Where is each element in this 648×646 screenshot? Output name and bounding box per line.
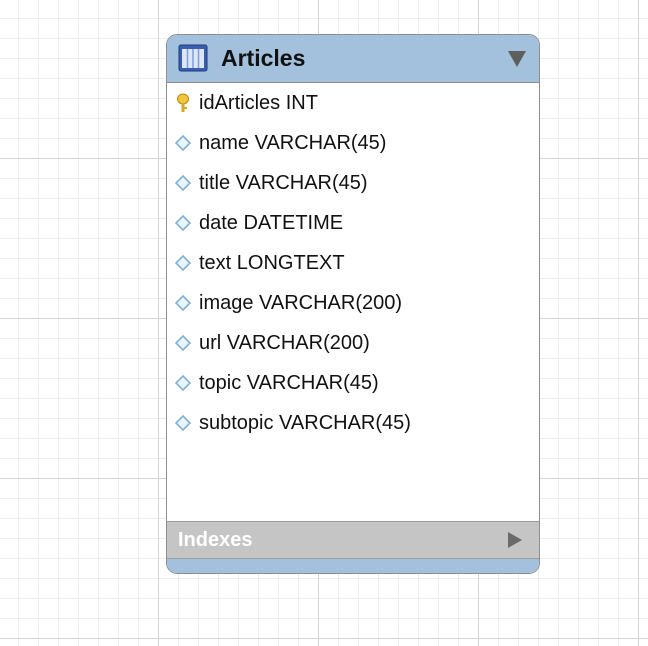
column-row[interactable]: url VARCHAR(200) xyxy=(167,323,539,363)
table-header[interactable]: Articles xyxy=(167,35,539,83)
column-label: image VARCHAR(200) xyxy=(199,291,403,314)
triangle-down-icon[interactable] xyxy=(507,50,527,68)
diamond-icon xyxy=(167,333,199,353)
column-label: title VARCHAR(45) xyxy=(199,171,368,194)
column-row[interactable]: text LONGTEXT xyxy=(167,243,539,283)
column-row[interactable]: date DATETIME xyxy=(167,203,539,243)
diamond-icon xyxy=(167,373,199,393)
column-label: text LONGTEXT xyxy=(199,251,345,274)
column-list: idArticles INT name VARCHAR(45) title VARC… xyxy=(167,83,539,521)
column-label: topic VARCHAR(45) xyxy=(199,371,379,394)
diamond-icon xyxy=(167,413,199,433)
column-label: url VARCHAR(200) xyxy=(199,331,370,354)
diamond-icon xyxy=(167,293,199,313)
column-row[interactable]: image VARCHAR(200) xyxy=(167,283,539,323)
column-row[interactable]: idArticles INT xyxy=(167,83,539,123)
diamond-icon xyxy=(167,213,199,233)
column-label: date DATETIME xyxy=(199,211,344,234)
table-footer xyxy=(167,559,539,573)
triangle-right-icon[interactable] xyxy=(507,531,523,549)
column-label: idArticles INT xyxy=(199,91,318,114)
column-row[interactable]: subtopic VARCHAR(45) xyxy=(167,403,539,443)
diamond-icon xyxy=(167,133,199,153)
column-row[interactable]: title VARCHAR(45) xyxy=(167,163,539,203)
indexes-section[interactable]: Indexes xyxy=(167,521,539,559)
diamond-icon xyxy=(167,253,199,273)
column-label: subtopic VARCHAR(45) xyxy=(199,411,411,434)
diamond-icon xyxy=(167,173,199,193)
table-icon xyxy=(178,44,208,72)
key-icon xyxy=(167,93,199,113)
column-label: name VARCHAR(45) xyxy=(199,131,387,154)
table-title: Articles xyxy=(221,45,306,71)
indexes-label: Indexes xyxy=(178,529,253,551)
table-articles[interactable]: Articles idArticles INT name VARCHAR(45) t… xyxy=(166,34,540,574)
column-row[interactable]: topic VARCHAR(45) xyxy=(167,363,539,403)
column-row[interactable]: name VARCHAR(45) xyxy=(167,123,539,163)
